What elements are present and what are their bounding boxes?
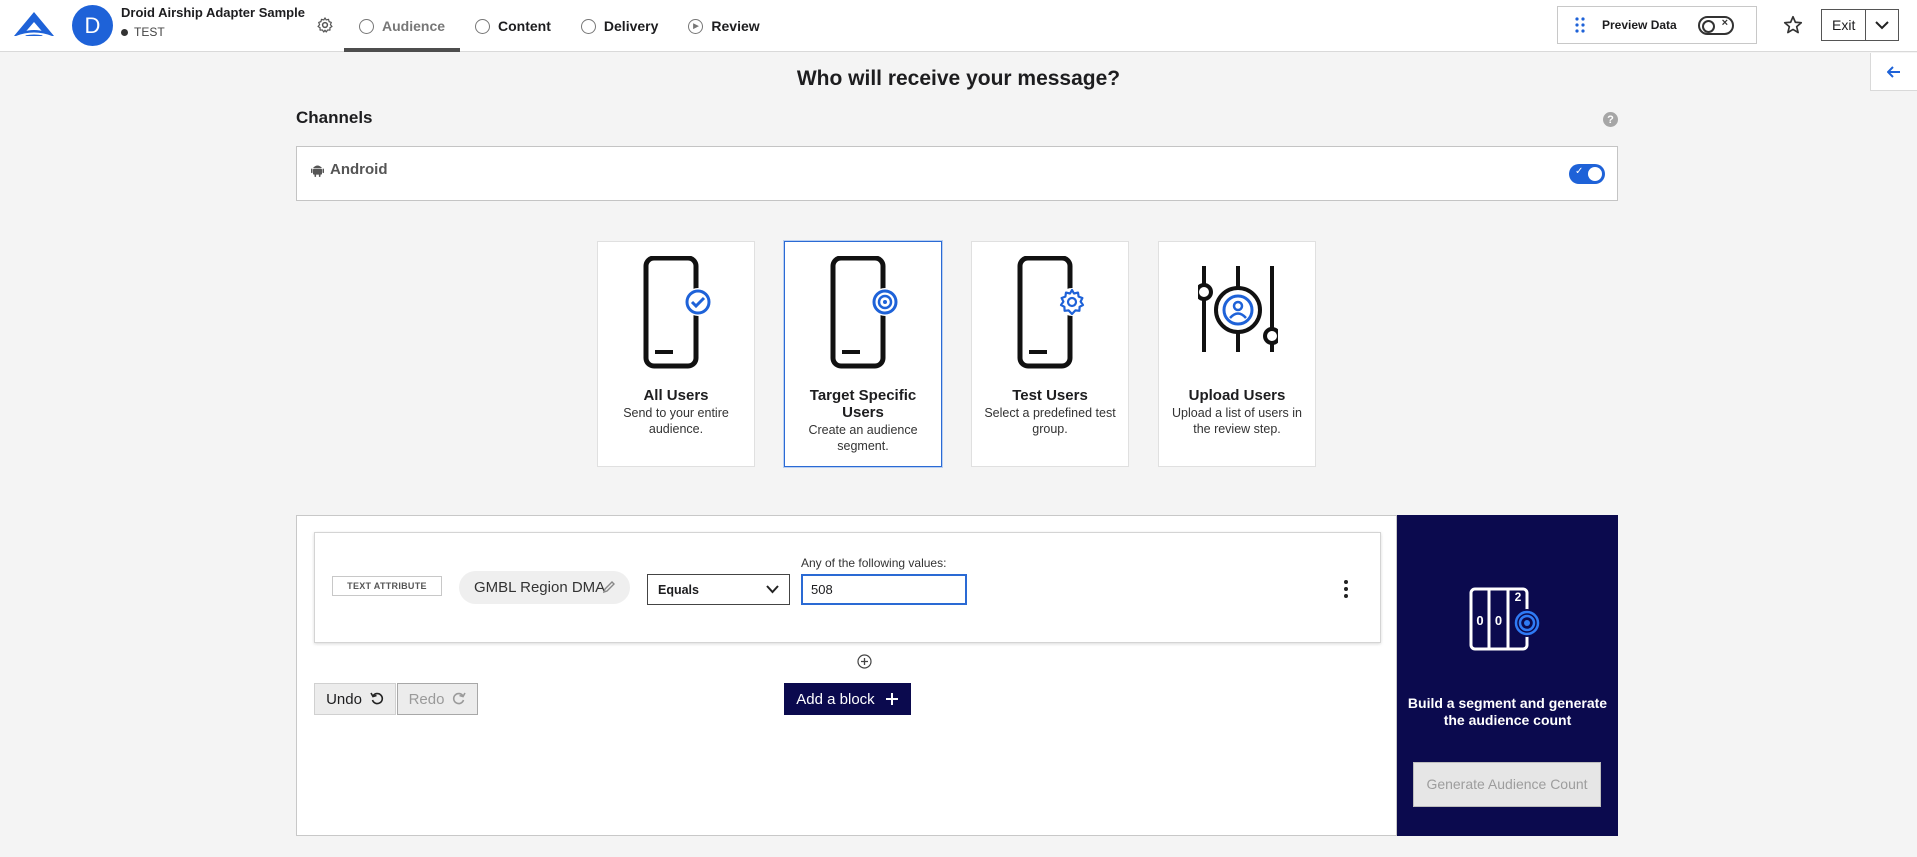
app-avatar: D [72,5,113,46]
counter-digit: 2 [1515,590,1522,604]
android-icon [311,165,324,177]
counter-digit: 0 [1476,613,1483,628]
add-block-button[interactable]: Add a block [784,683,911,715]
step-circle-icon [359,18,374,34]
add-block-label: Add a block [796,690,875,708]
environment-dot-icon [121,28,128,36]
android-channel-toggle[interactable]: ✓ [1569,164,1605,184]
step-content[interactable]: Content [460,0,566,52]
preview-data-control: Preview Data × [1557,6,1757,44]
step-circle-icon [475,18,491,34]
favorite-star-icon[interactable] [1782,14,1804,36]
audience-option-all-users[interactable]: All Users Send to your entire audience. [597,241,755,467]
redo-icon [453,692,467,705]
channels-heading: Channels [296,108,373,127]
audience-option-upload-users[interactable]: Upload Users Upload a list of users in t… [1158,241,1316,467]
redo-button[interactable]: Redo [397,683,478,715]
audience-counter-icon: 0 0 2 [1469,587,1541,651]
airship-logo-icon[interactable] [12,10,56,42]
step-label: Review [711,18,760,34]
phone-check-icon [643,256,712,369]
check-icon: ✓ [1575,166,1584,177]
step-audience[interactable]: Audience [344,0,461,52]
step-delivery[interactable]: Delivery [566,0,673,52]
step-review[interactable]: ▶ Review [673,0,774,52]
user-sliders-icon [1198,266,1278,352]
channel-row-android: Android ✓ [296,146,1618,201]
audience-count-panel: 0 0 2 Build a segment and generate the a… [1397,515,1618,836]
attribute-type-tag: TEXT ATTRIBUTE [332,576,442,596]
exit-menu-button[interactable] [1866,10,1898,40]
more-options-icon[interactable] [1342,579,1350,599]
segment-rule: TEXT ATTRIBUTE GMBL Region DMA Equals An… [314,532,1381,669]
counter-digit: 0 [1495,613,1502,628]
card-title: Test Users [1012,387,1088,404]
segment-builder: TEXT ATTRIBUTE GMBL Region DMA Equals An… [296,515,1397,836]
card-title: Upload Users [1188,387,1286,404]
step-circle-icon [580,18,596,34]
app-name: Droid Airship Adapter Sample [121,5,305,20]
card-description: Upload a list of users in the review ste… [1172,406,1302,436]
count-panel-message: Build a segment and generate the audienc… [1407,695,1608,728]
page-title: Who will receive your message? [796,67,1121,90]
value-input[interactable] [801,574,967,605]
environment-label: TEST [134,25,165,39]
card-description: Send to your entire audience. [623,406,729,436]
pencil-edit-icon[interactable] [602,580,616,594]
settings-gear-icon[interactable] [316,16,334,34]
play-circle-icon: ▶ [688,18,704,34]
drag-grip-icon[interactable] [1574,17,1586,33]
phone-target-icon [830,256,899,369]
top-bar: D Droid Airship Adapter Sample TEST Audi… [0,0,1917,52]
operator-select[interactable]: Equals [647,574,790,605]
undo-icon [370,692,383,705]
operator-value: Equals [658,582,699,597]
generate-audience-count-button[interactable]: Generate Audience Count [1413,762,1601,807]
card-description: Select a predefined test group. [984,406,1116,436]
audience-option-target-specific-users[interactable]: Target Specific Users Create an audience… [784,241,942,467]
help-icon[interactable]: ? [1603,112,1618,127]
toggle-knob [1588,167,1602,181]
plus-icon [885,693,898,705]
chevron-down-icon [766,585,779,594]
exit-button[interactable]: Exit [1822,10,1867,40]
redo-label: Redo [408,690,445,708]
step-label: Audience [382,18,446,34]
add-rule-plus-icon[interactable] [857,654,872,669]
preview-data-label: Preview Data [1602,18,1677,32]
workflow-steps: Audience Content Delivery ▶ Review [344,0,775,52]
phone-gear-icon [1017,256,1086,369]
undo-label: Undo [326,690,362,708]
channel-label-group: Android [311,161,388,178]
preview-data-toggle[interactable]: × [1698,16,1734,35]
step-label: Delivery [603,18,659,34]
attribute-selector[interactable]: GMBL Region DMA [459,571,630,604]
channel-label: Android [330,161,388,178]
card-title: Target Specific Users [809,387,917,421]
step-label: Content [498,18,551,34]
exit-button-group: Exit [1821,9,1900,41]
card-title: All Users [643,387,709,404]
values-label: Any of the following values: [801,556,947,570]
undo-button[interactable]: Undo [314,683,396,715]
toggle-knob [1702,19,1715,33]
audience-option-test-users[interactable]: Test Users Select a predefined test grou… [971,241,1129,467]
toggle-off-x-icon: × [1721,17,1728,29]
attribute-name: GMBL Region DMA [474,579,606,596]
chevron-down-icon [1875,20,1890,29]
environment-badge: TEST [121,25,165,39]
card-description: Create an audience segment. [808,423,918,453]
